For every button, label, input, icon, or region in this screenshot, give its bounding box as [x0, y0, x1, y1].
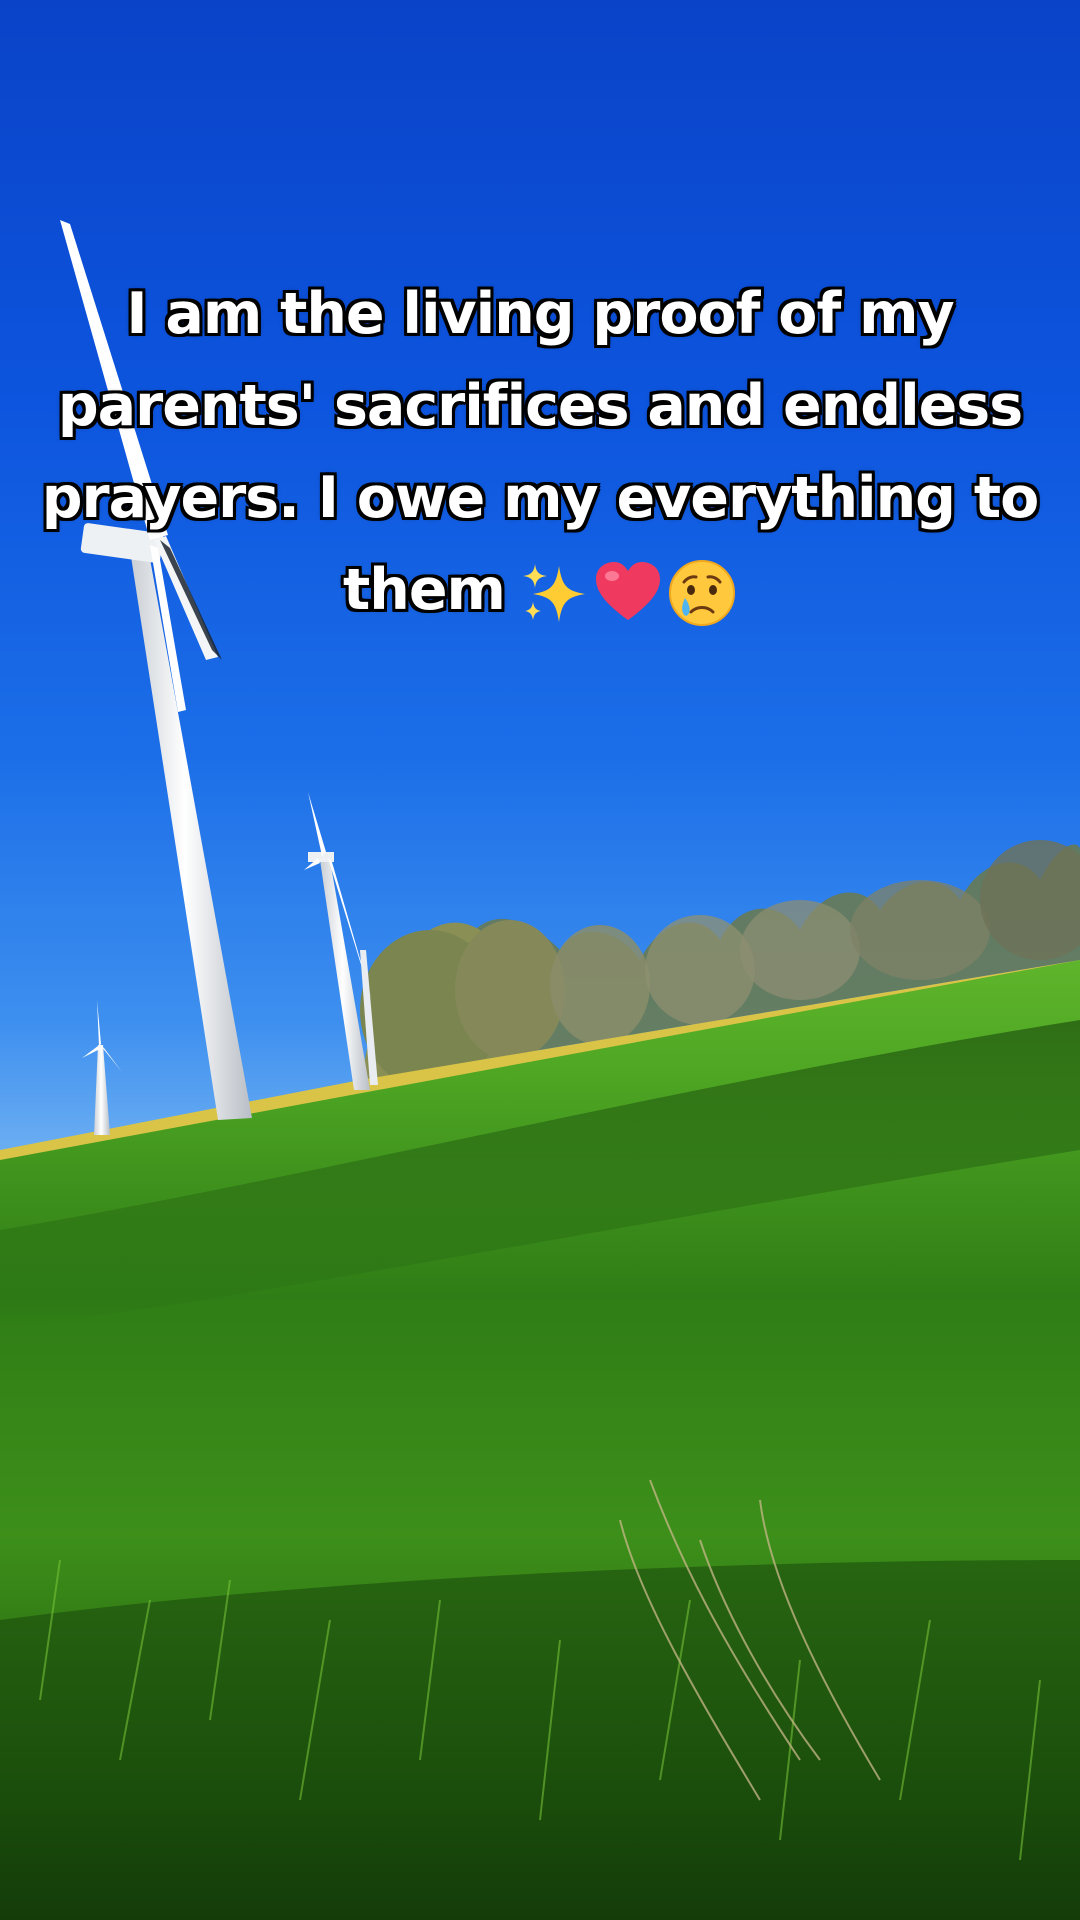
- caption-line-4-text: them: [343, 557, 506, 623]
- crying-face-icon: [668, 560, 735, 627]
- caption-line-2: parents' sacrifices and endless: [57, 373, 1023, 439]
- red-heart-icon: [595, 562, 660, 621]
- caption-line-4: them: [40, 544, 1040, 636]
- caption-text: I am the living proof of my parents' sac…: [40, 268, 1040, 636]
- sparkles-icon: [522, 564, 585, 623]
- video-frame: I am the living proof of my parents' sac…: [0, 0, 1080, 1920]
- wind-turbine-far: [82, 1000, 122, 1135]
- wind-turbine-middle: [304, 792, 378, 1090]
- caption-line-3: prayers. I owe my everything to: [41, 465, 1039, 531]
- caption-line-1: I am the living proof of my: [126, 281, 954, 347]
- emoji-row: [519, 558, 737, 628]
